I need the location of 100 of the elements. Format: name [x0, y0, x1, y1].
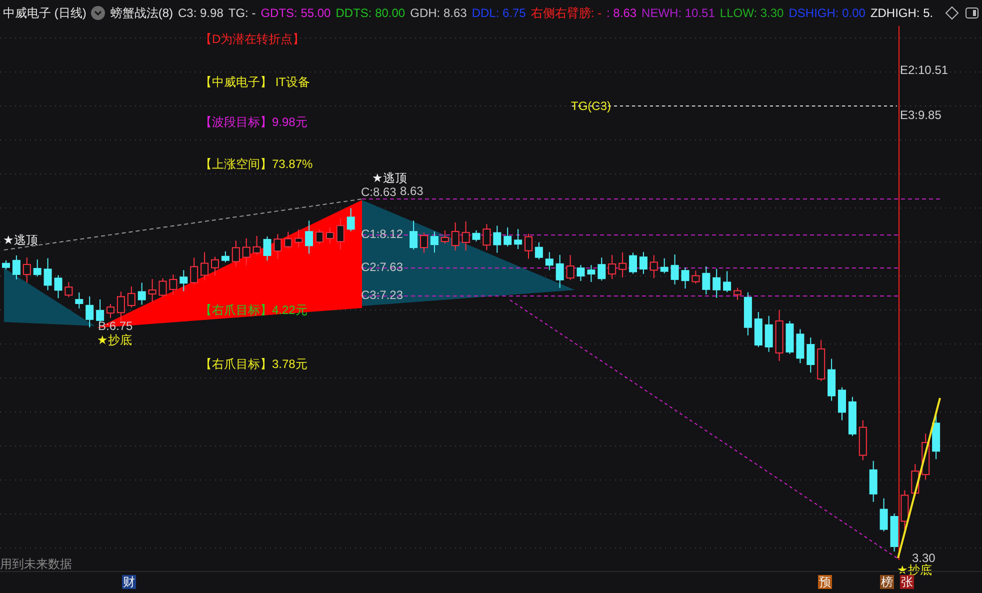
candlestick — [566, 254, 574, 280]
indicator-value: TG: - — [228, 6, 256, 20]
candlestick — [587, 264, 596, 282]
candlestick — [263, 236, 272, 261]
candlestick — [64, 282, 73, 298]
candlestick — [451, 222, 460, 251]
panel-icon[interactable] — [965, 6, 979, 20]
candlestick — [274, 234, 282, 260]
diamond-icon[interactable] — [945, 6, 959, 20]
candlestick — [900, 490, 909, 530]
candlestick — [806, 337, 815, 374]
indicator-value: DDL: 6.75 — [472, 6, 526, 20]
candlestick — [440, 230, 449, 244]
candlestick — [86, 296, 94, 328]
indicator-value: : 8.63 — [606, 6, 637, 20]
candlestick — [828, 358, 836, 402]
candlestick — [190, 257, 198, 286]
indicator-value: DDTS: 80.00 — [336, 6, 406, 20]
candlestick — [639, 252, 648, 275]
candlestick — [493, 225, 502, 254]
candlestick — [692, 270, 700, 284]
candlestick — [180, 270, 188, 292]
chart-label: 【波段目标】9.98元 — [200, 115, 308, 129]
candlestick — [608, 254, 616, 280]
candlestick — [911, 464, 920, 496]
event-marker[interactable]: 张 — [900, 575, 914, 589]
indicator-value: NEWH: 10.51 — [642, 6, 715, 20]
candlestick — [880, 498, 888, 532]
indicator-name[interactable]: 螃蟹战法(8) — [110, 4, 173, 22]
chart-label: E3:9.85 — [900, 108, 942, 122]
candlestick — [660, 258, 668, 274]
chart-label: E2:10.51 — [900, 63, 948, 77]
chart-label: C:8.63 — [361, 185, 396, 199]
candlestick — [534, 242, 543, 260]
chart-label: ★逃顶 — [372, 171, 407, 185]
candlestick — [472, 230, 480, 242]
candlestick — [744, 292, 752, 336]
candlestick — [158, 278, 167, 298]
candlestick — [712, 268, 721, 298]
candlestick — [754, 312, 762, 348]
indicator-value: DSHIGH: 0.00 — [788, 6, 866, 20]
candlestick — [242, 238, 250, 266]
candlestick — [200, 252, 209, 281]
candlestick — [346, 208, 355, 232]
candlestick — [148, 278, 156, 302]
candlestick — [922, 433, 930, 480]
event-marker[interactable]: 预 — [818, 575, 832, 589]
indicator-value: 右侧右臂膀: - — [530, 4, 602, 22]
candlestick — [305, 220, 314, 254]
candlestick — [2, 260, 10, 270]
candlestick — [44, 258, 52, 291]
candlestick — [775, 309, 784, 362]
candlestick — [211, 256, 219, 276]
candlestick — [316, 228, 324, 245]
candlestick — [284, 231, 292, 250]
chart-label: 3.30 — [912, 551, 936, 565]
candlestick — [681, 267, 690, 290]
indicator-value: LLOW: 3.30 — [720, 6, 784, 20]
candlestick — [838, 386, 846, 421]
candlestick — [482, 224, 491, 251]
chevron-down-icon[interactable] — [91, 6, 106, 20]
candlestick — [650, 254, 658, 279]
chart-label: 用到未来数据 — [0, 557, 72, 571]
indicator-value: GDH: 8.63 — [410, 6, 467, 20]
chart-label: ★抄底 — [97, 333, 132, 347]
candlestick — [504, 226, 512, 247]
chart-label: 【D为潜在转折点】 — [200, 32, 305, 46]
candlestick — [670, 254, 679, 285]
candlestick — [817, 339, 826, 382]
candlestick — [598, 257, 606, 282]
indicator-value: C3: 9.98 — [178, 6, 224, 20]
candlestick — [294, 228, 303, 248]
indicator-value: GDTS: 55.00 — [260, 6, 331, 20]
candlestick — [232, 240, 240, 268]
candlestick — [702, 266, 710, 295]
event-marker[interactable]: 榜 — [880, 575, 894, 589]
candlestick — [326, 227, 334, 244]
candlestick — [858, 420, 867, 461]
candlestick — [116, 291, 125, 322]
candlestick — [545, 252, 554, 271]
candlestick — [127, 286, 136, 308]
candlestick — [22, 256, 31, 283]
candlestick — [96, 298, 104, 323]
candlestick — [221, 250, 230, 263]
event-marker[interactable]: 财 — [122, 575, 136, 589]
candlestick — [848, 396, 856, 436]
chart-label: 【上涨空间】73.87% — [200, 157, 313, 171]
chart-label: 8.63 — [400, 184, 424, 198]
candlestick — [796, 328, 804, 364]
candlestick — [252, 235, 261, 256]
candlestick — [462, 220, 470, 251]
candlestick — [410, 220, 418, 250]
candlestick — [169, 274, 178, 295]
candlestick — [556, 254, 564, 288]
chart-label: TG(C3) — [571, 99, 611, 113]
candlestick — [786, 320, 794, 354]
candlestick — [420, 232, 428, 254]
chart-label: 【右爪目标】3.78元 — [200, 357, 308, 371]
indicator-value: ZDHIGH: 5. — [870, 6, 934, 20]
candlestick — [734, 287, 742, 300]
